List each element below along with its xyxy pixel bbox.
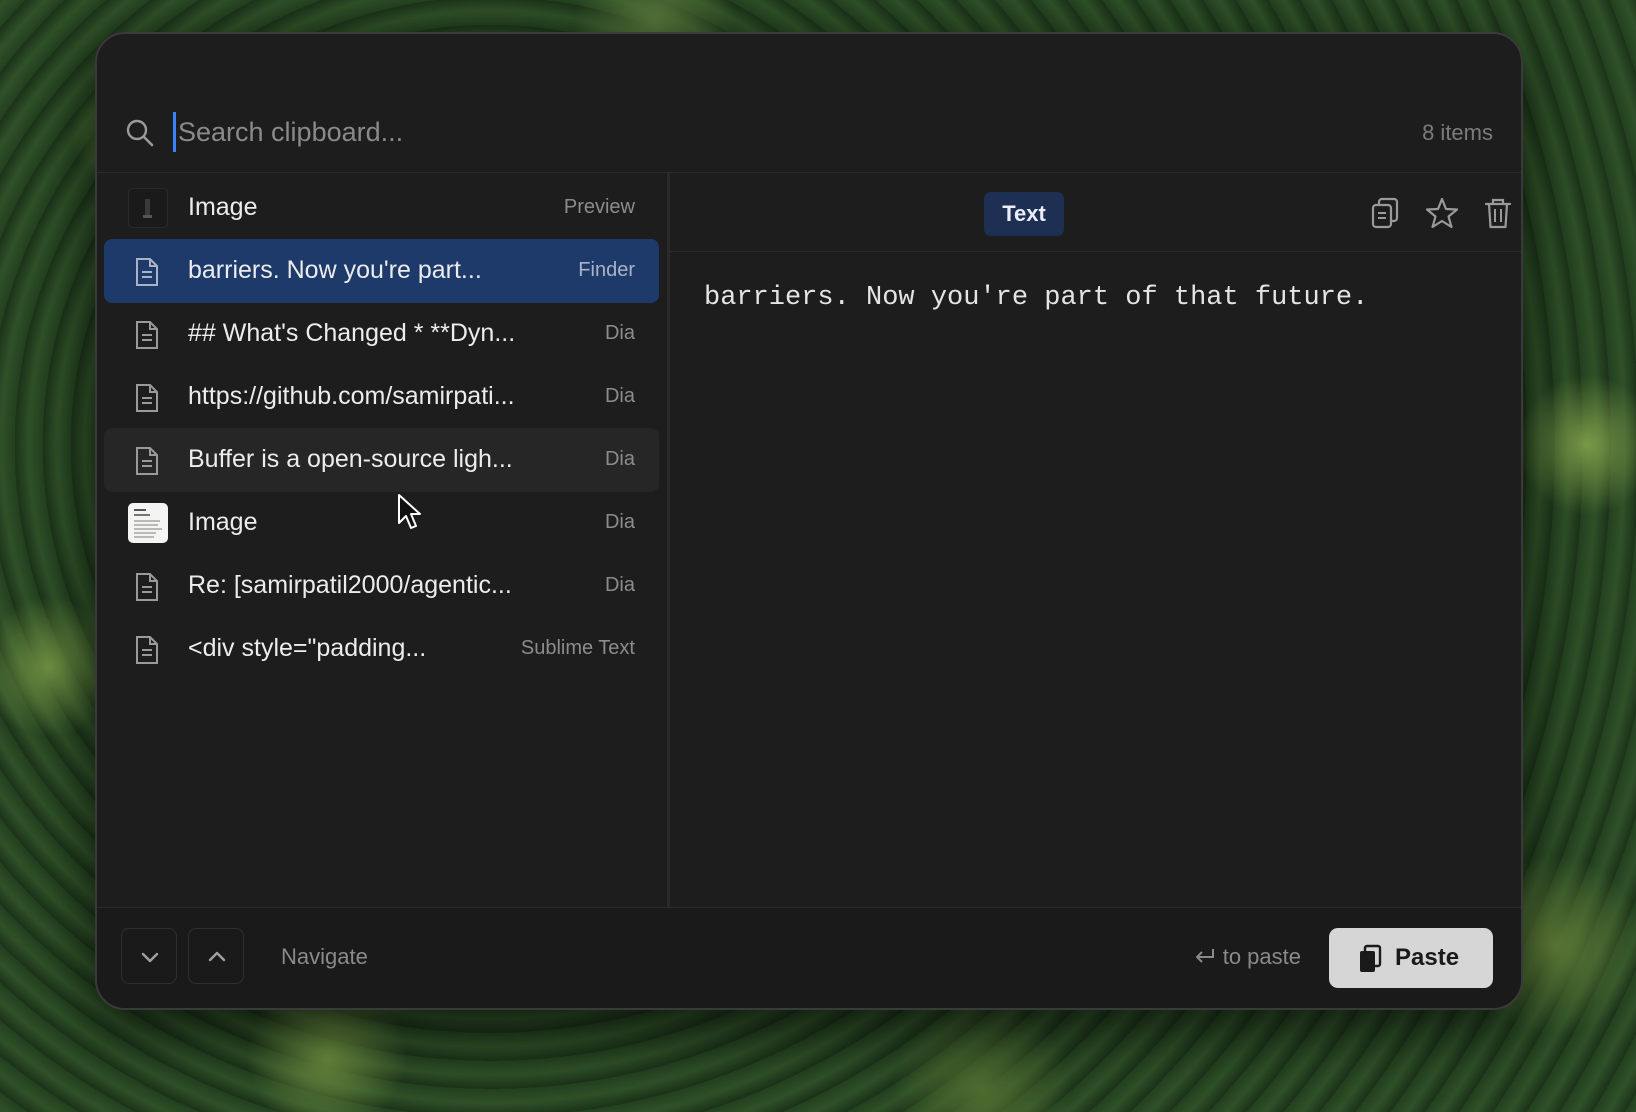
list-item[interactable]: https://github.com/samirpati... Dia (104, 365, 659, 429)
image-thumbnail (128, 503, 168, 543)
list-item[interactable]: Buffer is a open-source ligh... Dia (104, 428, 659, 492)
list-item-label: Image (188, 508, 258, 536)
list-item-label: Buffer is a open-source ligh... (188, 445, 513, 473)
search-icon (126, 119, 154, 147)
clipboard-icon (1360, 944, 1382, 972)
paste-button-label: Paste (1395, 944, 1460, 971)
paste-hint-label: to paste (1222, 944, 1301, 969)
paste-button[interactable]: Paste (1329, 928, 1493, 988)
list-item[interactable]: <div style="padding... Sublime Text (104, 617, 659, 681)
image-thumbnail (128, 188, 168, 228)
items-count: 8 items (1422, 120, 1493, 145)
navigate-label: Navigate (281, 944, 368, 969)
list-item-source: Preview (563, 196, 635, 218)
preview-content: barriers. Now you're part of that future… (704, 283, 1369, 313)
copy-icon[interactable] (1368, 195, 1404, 231)
list-item-source: Dia (604, 385, 635, 407)
search-bar: 8 items (97, 34, 1521, 173)
clipboard-list: Image Preview barriers. Now you're part.… (97, 173, 670, 910)
list-item[interactable]: Image Preview (104, 176, 659, 240)
document-icon (136, 321, 158, 349)
search-input[interactable] (173, 112, 1278, 152)
list-item-source: Dia (604, 322, 635, 344)
list-item-label: <div style="padding... (188, 634, 427, 662)
clipboard-window: 8 items Image Preview barriers. Now you'… (95, 32, 1523, 1010)
list-item-label: Re: [samirpatil2000/agentic... (188, 571, 512, 599)
list-item-source: Finder (578, 259, 635, 281)
list-item-source: Dia (604, 511, 635, 533)
list-item[interactable]: barriers. Now you're part... Finder (104, 239, 659, 303)
mouse-cursor-icon (398, 494, 421, 529)
navigate-up-button[interactable] (188, 928, 244, 984)
document-icon (136, 636, 158, 664)
preview-pane: Text barriers. Now you're part of that f… (670, 173, 1521, 910)
footer-bar: Navigate to paste Paste (97, 907, 1521, 1008)
list-item-source: Dia (604, 448, 635, 470)
chevron-up-icon (208, 951, 226, 962)
list-item-label: ## What's Changed * **Dyn... (188, 319, 516, 347)
list-item-label: https://github.com/samirpati... (188, 382, 515, 410)
list-item-label: Image (188, 193, 258, 221)
document-icon (136, 447, 158, 475)
document-icon (136, 384, 158, 412)
paste-hint: to paste (1193, 944, 1301, 970)
list-item[interactable]: ## What's Changed * **Dyn... Dia (104, 302, 659, 366)
document-icon (136, 258, 158, 286)
content-type-badge: Text (984, 192, 1064, 236)
list-item[interactable]: Image Dia (104, 491, 659, 555)
navigate-down-button[interactable] (121, 928, 177, 984)
star-icon[interactable] (1424, 195, 1460, 231)
trash-icon[interactable] (1480, 195, 1516, 231)
list-item[interactable]: Re: [samirpatil2000/agentic... Dia (104, 554, 659, 618)
list-item-source: Sublime Text (520, 637, 635, 659)
preview-header: Text (670, 173, 1521, 252)
chevron-down-icon (141, 952, 159, 963)
list-item-label: barriers. Now you're part... (188, 256, 482, 284)
document-icon (136, 573, 158, 601)
return-key-icon (1195, 949, 1214, 963)
list-item-source: Dia (604, 574, 635, 596)
